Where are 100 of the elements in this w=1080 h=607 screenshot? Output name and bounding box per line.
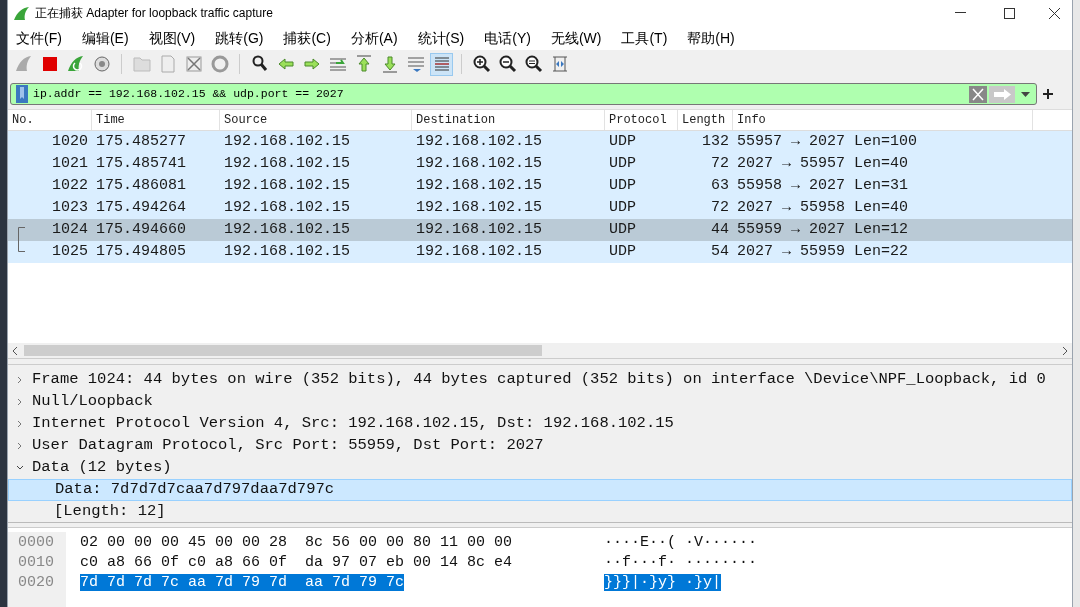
table-cell-text: 63 [711,175,729,196]
table-cell-text: 192.168.102.15 [416,219,543,240]
menu-item[interactable]: 编辑(E) [81,27,129,49]
ascii-bytes[interactable]: ··f···f· ········ [604,554,758,571]
table-cell-text: 44 [711,219,729,240]
table-cell-text: 1022 [52,175,88,196]
table-cell-text: 192.168.102.15 [224,131,351,152]
packet-row[interactable]: 1021 175.485741 192.168.102.15 192.168.102.15 UDP 72 2027 → 55957 Len=40 [8,153,1072,175]
tree-item-row[interactable]: [Length: 12] [8,501,1072,523]
packet-row[interactable]: 1020 175.485277 192.168.102.15 192.168.102.15 UDP 132 55957 → 2027 Len=100 [8,131,1072,153]
autoscroll-icon [405,54,426,74]
table-cell-text: 54 [711,241,729,262]
table-cell-text: 175.485741 [96,153,186,174]
tree-item[interactable]: Data (12 bytes) [32,456,172,480]
table-cell-text: 2027 → 55957 Len=40 [737,153,909,174]
table-cell-text: 132 [702,131,729,152]
table-cell-text: 192.168.102.15 [224,153,351,174]
menu-item[interactable]: 捕获(C) [283,27,331,49]
table-cell-text: 192.168.102.15 [224,219,351,240]
column-header[interactable]: Time [96,111,125,129]
column-header[interactable]: Info [737,111,766,129]
table-cell-text: UDP [609,219,636,240]
byte-offset: 0020 [18,574,54,591]
column-header[interactable]: Length [682,111,726,129]
zoom-in-icon [471,54,492,74]
chevron-right-icon[interactable] [16,376,24,384]
tree-item[interactable]: Internet Protocol Version 4, Src: 192.168.102.15, Dst: 192.168.102.15 [32,412,674,436]
table-cell-text: UDP [609,197,636,218]
packet-row[interactable]: 1024 175.494660 192.168.102.15 192.168.102.15 UDP 44 55959 → 2027 Len=12 [8,219,1072,241]
reload-icon [209,54,230,74]
table-cell-text: 1020 [52,131,88,152]
menu-item[interactable]: 工具(T) [621,27,668,49]
packet-row[interactable]: 1023 175.494264 192.168.102.15 192.168.102.15 UDP 72 2027 → 55958 Len=40 [8,197,1072,219]
horizontal-scrollbar[interactable] [8,343,1072,358]
column-header[interactable]: Source [224,111,268,129]
menu-item[interactable]: 帮助(H) [687,27,735,49]
packet-row[interactable]: 1025 175.494805 192.168.102.15 192.168.102.15 UDP 54 2027 → 55959 Len=22 [8,241,1072,263]
column-header[interactable]: No. [12,111,34,129]
ascii-bytes[interactable]: ····E··( ·V······ [604,534,758,551]
table-cell-text: 192.168.102.15 [416,153,543,174]
column-header[interactable]: Protocol [609,111,667,129]
table-cell-text: 1024 [52,219,88,240]
scroll-left-icon[interactable] [12,346,18,355]
table-cell-text: UDP [609,131,636,152]
table-cell-text: UDP [609,153,636,174]
table-cell-text: 72 [711,153,729,174]
menu-item[interactable]: 电话(Y) [484,27,531,49]
table-cell-text: 192.168.102.15 [416,241,543,262]
table-cell-text: 175.485277 [96,131,186,152]
table-cell-text: 55958 → 2027 Len=31 [737,175,909,196]
dropdown-icon[interactable] [1021,91,1030,97]
bookmark-icon[interactable] [15,85,29,103]
chevron-down-icon[interactable] [16,464,24,472]
chevron-right-icon[interactable] [16,420,24,428]
menu-item[interactable]: 视图(V) [148,27,196,49]
table-cell-text: 55959 → 2027 Len=12 [737,219,909,240]
scroll-right-icon[interactable] [1062,346,1068,355]
table-cell-text: 192.168.102.15 [224,175,351,196]
table-cell-text: 175.494264 [96,197,186,218]
table-cell-text: 1021 [52,153,88,174]
close-icon[interactable] [1049,7,1060,19]
table-cell-text: 175.494660 [96,219,186,240]
table-cell-text: 1025 [52,241,88,262]
maximize-icon[interactable] [1004,7,1015,19]
zoom-out-icon [497,54,518,74]
table-cell-text: 192.168.102.15 [416,197,543,218]
menu-item[interactable]: 无线(W) [550,27,602,49]
close-file-icon [183,54,204,74]
menu-item[interactable]: 文件(F) [16,27,62,49]
add-icon[interactable] [1043,89,1053,99]
tree-item: [Length: 12] [54,501,166,523]
tree-item[interactable]: Null/Loopback [32,390,153,414]
display-filter-field[interactable]: ip.addr == 192.168.102.15 && udp.port == 2027 [10,83,1037,105]
hex-bytes[interactable]: 7d 7d 7d 7c aa 7d 79 7d aa 7d 79 7c [80,574,405,591]
table-cell-text: 175.486081 [96,175,186,196]
table-cell-text: 192.168.102.15 [224,197,351,218]
table-cell-text: 192.168.102.15 [224,241,351,262]
table-cell-text: 192.168.102.15 [416,131,543,152]
scrollbar-thumb[interactable] [24,345,542,356]
menu-item[interactable]: 分析(A) [350,27,398,49]
menu-item[interactable]: 跳转(G) [215,27,264,49]
chevron-right-icon[interactable] [16,442,24,450]
chevron-right-icon[interactable] [16,398,24,406]
column-header[interactable]: Destination [416,111,496,129]
menu-item[interactable]: 统计(S) [417,27,465,49]
tree-item: Data: 7d7d7d7caa7d797daa7d797c [55,479,335,501]
ascii-bytes[interactable]: }}}|·}y} ·}y| [604,574,722,591]
table-cell-text: 72 [711,197,729,218]
table-cell-text: 55957 → 2027 Len=100 [737,131,918,152]
clear-icon[interactable] [969,85,987,103]
folder-icon [131,54,152,74]
tree-item[interactable]: Frame 1024: 44 bytes on wire (352 bits), 44 bytes captured (352 bits) on interface \Device\NPF_Loopback, id 0 [32,368,1046,392]
table-cell-text: UDP [609,241,636,262]
minimize-icon[interactable] [955,12,966,14]
packet-row[interactable]: 1022 175.486081 192.168.102.15 192.168.102.15 UDP 63 55958 → 2027 Len=31 [8,175,1072,197]
tree-item[interactable]: User Datagram Protocol, Src Port: 55959, Dst Port: 2027 [32,434,544,458]
hex-bytes[interactable]: c0 a8 66 0f c0 a8 66 0f da 97 07 eb 00 14 8c e4 [80,554,513,571]
hex-bytes[interactable]: 02 00 00 00 45 00 00 28 8c 56 00 00 80 11 00 00 [80,534,513,551]
window-title: 正在捕获 Adapter for loopback traffic capture [35,5,273,22]
tree-item-row[interactable]: Data: 7d7d7d7caa7d797daa7d797c [8,479,1072,501]
